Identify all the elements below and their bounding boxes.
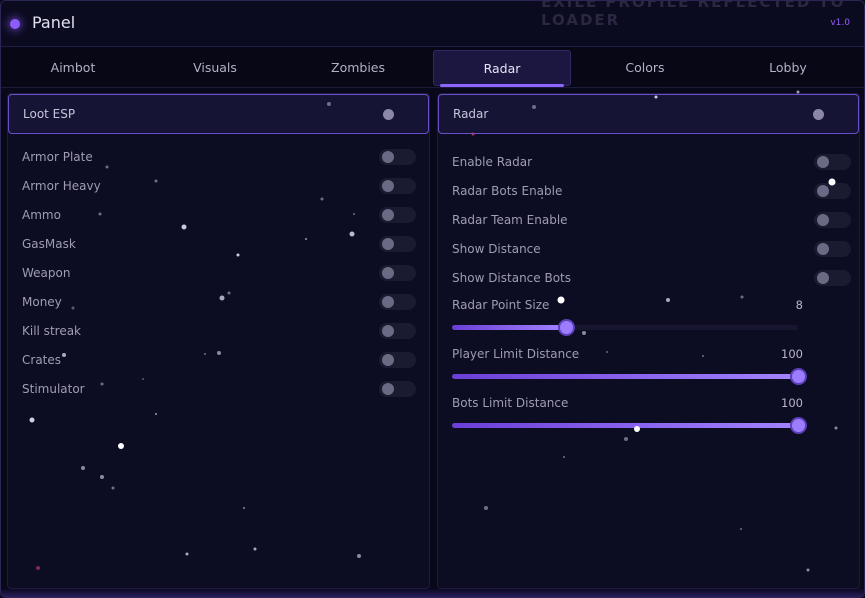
toggle-knob xyxy=(382,267,394,279)
loot-esp-header[interactable]: Loot ESP xyxy=(8,94,429,134)
radar-title: Radar xyxy=(453,107,489,121)
toggle-knob xyxy=(817,156,829,168)
toggle-knob xyxy=(817,214,829,226)
armor-plate-toggle[interactable] xyxy=(379,149,416,165)
toggle-knob xyxy=(382,383,394,395)
slider-thumb[interactable] xyxy=(792,419,805,432)
radar-bots-toggle[interactable] xyxy=(814,183,851,199)
radar-point-size-value: 8 xyxy=(795,298,803,312)
toggle-knob xyxy=(382,180,394,192)
show-distance-bots-toggle[interactable] xyxy=(814,270,851,286)
money-toggle[interactable] xyxy=(379,294,416,310)
loot-item-label: Armor Plate xyxy=(22,150,93,164)
loot-item-label: Money xyxy=(22,295,62,309)
slider-fill xyxy=(452,325,567,330)
radar-point-size-slider[interactable] xyxy=(452,321,798,334)
tab-colors[interactable]: Colors xyxy=(576,50,714,86)
slider-thumb[interactable] xyxy=(792,370,805,383)
bots-limit-distance-label: Bots Limit Distance xyxy=(452,396,569,410)
stimulator-toggle[interactable] xyxy=(379,381,416,397)
bots-limit-distance-value: 100 xyxy=(781,396,803,410)
radar-option-label: Show Distance Bots xyxy=(452,271,572,285)
loot-item-label: Ammo xyxy=(22,208,61,222)
player-limit-distance-label: Player Limit Distance xyxy=(452,347,580,361)
radar-panel: Radar Enable Radar Radar Bots Enable Rad… xyxy=(437,93,860,589)
loot-item-label: GasMask xyxy=(22,237,76,251)
toggle-knob xyxy=(817,185,829,197)
panel-window: EXILE PROFILE REFLECTED TO LOADER Panel … xyxy=(0,0,865,598)
loot-item-label: Crates xyxy=(22,353,62,367)
loot-esp-panel: Loot ESP Armor Plate Armor Heavy Ammo Ga… xyxy=(7,93,430,589)
player-limit-distance-slider[interactable] xyxy=(452,370,805,383)
radar-point-size-label: Radar Point Size xyxy=(452,298,550,312)
loot-item-label: Armor Heavy xyxy=(22,179,101,193)
radar-option-label: Radar Team Enable xyxy=(452,213,568,227)
enable-radar-toggle[interactable] xyxy=(814,154,851,170)
toggle-knob xyxy=(382,354,394,366)
title-bar[interactable]: EXILE PROFILE REFLECTED TO LOADER Panel … xyxy=(1,0,864,47)
window-bottom-glow xyxy=(1,589,864,597)
toggle-knob xyxy=(382,296,394,308)
toggle-knob xyxy=(817,243,829,255)
tab-lobby[interactable]: Lobby xyxy=(719,50,857,86)
tab-zombies[interactable]: Zombies xyxy=(289,50,427,86)
show-distance-toggle[interactable] xyxy=(814,241,851,257)
armor-heavy-toggle[interactable] xyxy=(379,178,416,194)
loot-item-label: Stimulator xyxy=(22,382,85,396)
logo-dot-icon xyxy=(10,19,20,29)
weapon-toggle[interactable] xyxy=(379,265,416,281)
slider-fill xyxy=(452,423,798,428)
radar-option-label: Show Distance xyxy=(452,242,541,256)
radar-enable-dot[interactable] xyxy=(813,109,824,120)
slider-fill xyxy=(452,374,798,379)
toggle-knob xyxy=(382,151,394,163)
slider-thumb[interactable] xyxy=(560,321,574,334)
tab-visuals[interactable]: Visuals xyxy=(146,50,284,86)
gasmask-toggle[interactable] xyxy=(379,236,416,252)
radar-header[interactable]: Radar xyxy=(438,94,859,134)
background-title-text: EXILE PROFILE REFLECTED TO LOADER xyxy=(541,0,846,29)
toggle-knob xyxy=(382,209,394,221)
player-limit-distance-value: 100 xyxy=(781,347,803,361)
radar-team-toggle[interactable] xyxy=(814,212,851,228)
tab-aimbot[interactable]: Aimbot xyxy=(4,50,142,86)
toggle-knob xyxy=(382,325,394,337)
radar-option-label: Enable Radar xyxy=(452,155,533,169)
bots-limit-distance-slider[interactable] xyxy=(452,419,805,432)
loot-esp-enable-dot[interactable] xyxy=(383,109,394,120)
toggle-knob xyxy=(817,272,829,284)
tab-radar[interactable]: Radar xyxy=(433,50,571,87)
loot-item-label: Kill streak xyxy=(22,324,81,338)
version-label: v1.0 xyxy=(830,18,850,28)
kill-streak-toggle[interactable] xyxy=(379,323,416,339)
crates-toggle[interactable] xyxy=(379,352,416,368)
loot-item-label: Weapon xyxy=(22,266,71,280)
tab-bar: Aimbot Visuals Zombies Radar Colors Lobb… xyxy=(1,48,864,88)
toggle-knob xyxy=(382,238,394,250)
loot-esp-title: Loot ESP xyxy=(23,107,76,121)
ammo-toggle[interactable] xyxy=(379,207,416,223)
radar-option-label: Radar Bots Enable xyxy=(452,184,563,198)
app-title: Panel xyxy=(32,13,76,32)
